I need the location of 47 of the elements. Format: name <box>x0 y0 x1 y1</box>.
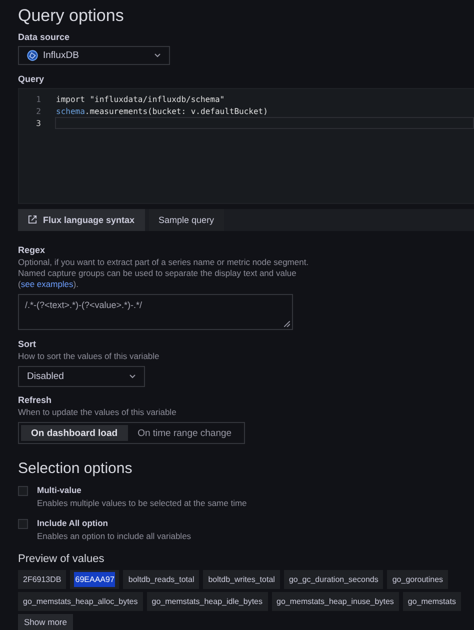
value-chip: go_goroutines <box>387 570 448 589</box>
editor-tab[interactable]: Flux language syntax <box>18 208 145 231</box>
checkbox-label: Include All option <box>37 518 109 528</box>
field-label: Query <box>18 74 46 84</box>
field-label: Data source <box>18 32 71 42</box>
editor-tab[interactable]: Sample query <box>148 208 224 231</box>
help-text: How to sort the values of this variable <box>18 350 160 362</box>
code-editor[interactable]: 1 import "influxdata/influxdb/schema" 2 schema.measurements(bucket: v.defaultBucket) 3 <box>18 88 474 204</box>
checkbox[interactable] <box>18 519 28 529</box>
refresh-option[interactable]: On time range change <box>128 425 242 441</box>
value-chip: 69EAAA97 <box>70 570 120 589</box>
value-chip: go_memstats_heap_idle_bytes <box>146 592 268 611</box>
regex-field[interactable]: /.*-(?<text>.*)-(?<value>.*)-.*/ <box>18 294 293 330</box>
field-label: Regex <box>18 244 46 255</box>
checkbox[interactable] <box>18 486 28 496</box>
value-chip: boltdb_reads_total <box>123 570 200 589</box>
line-number: 1 <box>35 94 41 104</box>
section-title: Query options <box>18 6 125 26</box>
section-title: Preview of values <box>18 553 106 565</box>
section-title: Selection options <box>18 460 134 477</box>
sort-select[interactable]: Disabled <box>18 366 145 387</box>
line-number: 3 <box>35 118 41 128</box>
code-line: schema.measurements(bucket: v.defaultBucket) <box>55 106 269 118</box>
examples-link[interactable]: see examples <box>20 278 74 289</box>
external-link-icon <box>28 215 37 224</box>
code-line: import "influxdata/influxdb/schema" <box>55 94 226 106</box>
value-chip: boltdb_writes_total <box>203 570 280 589</box>
value-chip: go_memstats_heap_alloc_bytes <box>18 592 143 611</box>
datasource-logo-icon <box>27 50 38 62</box>
chevron-down-icon <box>129 374 136 379</box>
help-text: Optional, if you want to extract part of a series name or metric node segment. Named capture groups can be used to separate the display text and value (see examples). <box>18 256 310 290</box>
chevron-down-icon <box>154 53 161 58</box>
checkbox-label: Multi-value <box>37 485 82 495</box>
value-chip: go_gc_duration_seconds <box>284 570 384 589</box>
show-more-button[interactable]: Show more <box>18 614 73 630</box>
resize-handle-icon[interactable] <box>284 320 290 327</box>
checkbox-description: Enables an option to include all variables <box>37 531 192 541</box>
checkbox-description: Enables multiple values to be selected at the same time <box>37 498 247 508</box>
field-label: Refresh <box>18 394 53 405</box>
line-number: 2 <box>35 106 41 116</box>
field-label: Sort <box>18 338 37 349</box>
value-chip: go_memstats_heap_inuse_bytes <box>272 592 399 611</box>
value-chip: go_memstats <box>402 592 461 611</box>
help-text: When to update the values of this variable <box>18 406 178 418</box>
value-chip: 2F6913DB <box>18 570 66 589</box>
refresh-option[interactable]: On dashboard load <box>21 425 128 441</box>
data-source-select[interactable]: InfluxDB <box>18 46 170 66</box>
